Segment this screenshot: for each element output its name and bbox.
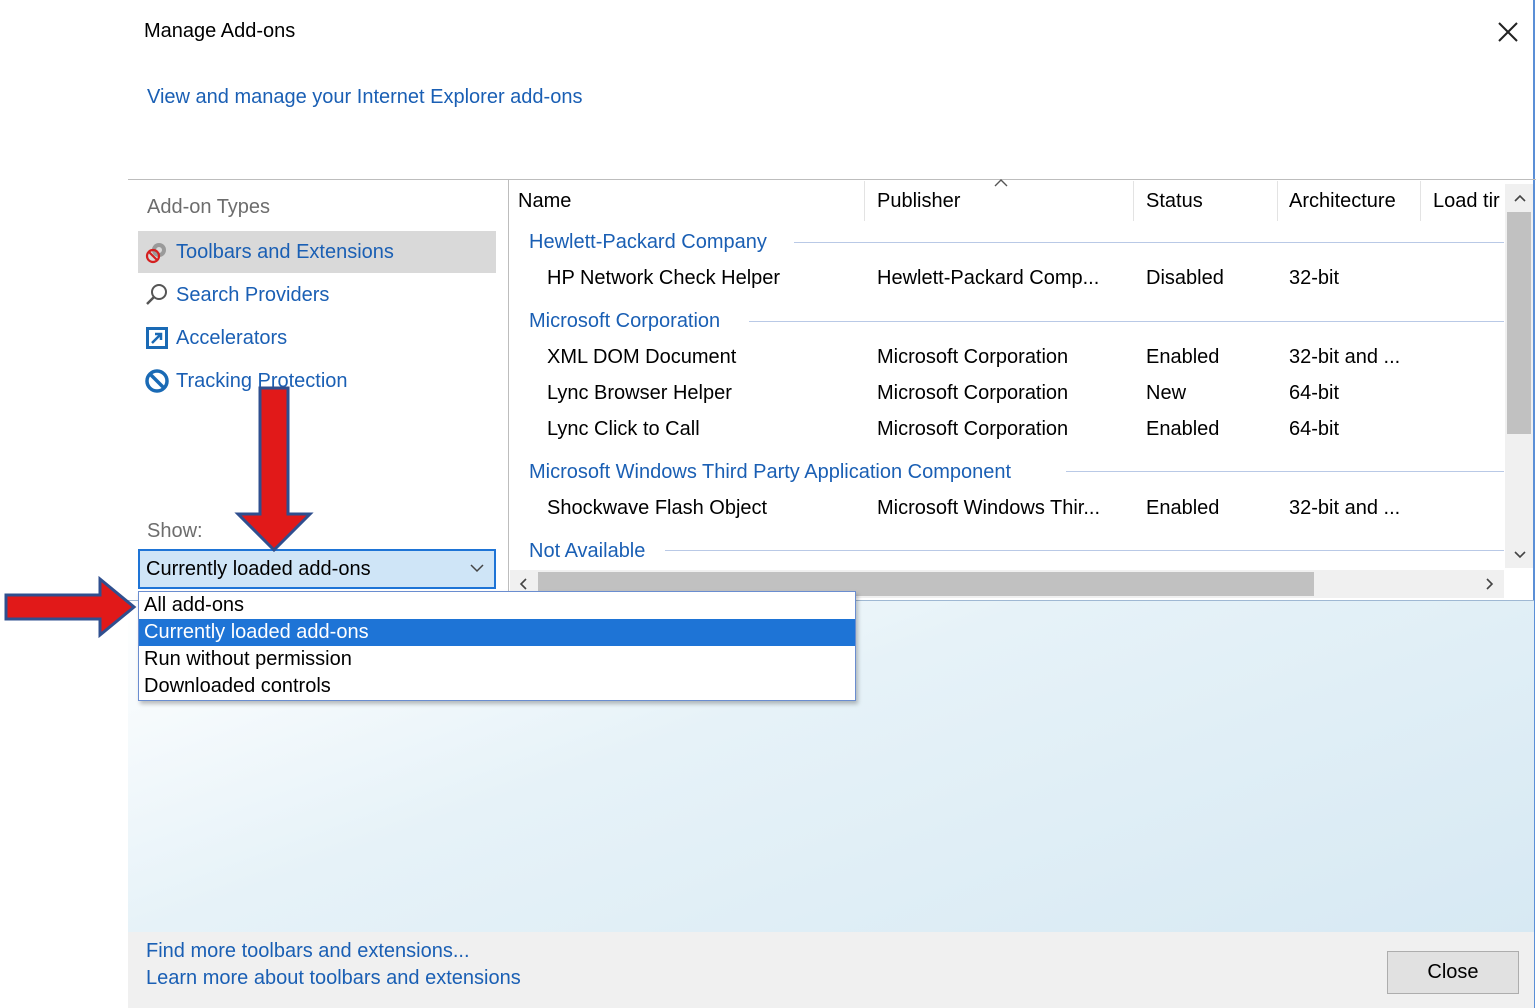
addon-architecture: 32-bit and ... xyxy=(1289,497,1401,519)
group-header: Not Available xyxy=(529,537,645,565)
group-divider xyxy=(749,321,1504,322)
column-separator xyxy=(1133,181,1134,221)
group-name: Microsoft Windows Third Party Applicatio… xyxy=(529,460,1012,483)
close-window-icon[interactable] xyxy=(1494,18,1522,46)
close-button[interactable]: Close xyxy=(1387,951,1519,994)
sidebar-item-label: Search Providers xyxy=(176,283,330,306)
dropdown-option-all-addons[interactable]: All add-ons xyxy=(139,592,855,619)
addon-types-label: Add-on Types xyxy=(147,196,271,218)
addon-status: Enabled xyxy=(1146,418,1220,440)
group-divider xyxy=(794,242,1504,243)
addon-status: Disabled xyxy=(1146,267,1224,289)
annotation-right-arrow-icon xyxy=(4,575,137,639)
show-label: Show: xyxy=(147,520,203,542)
group-header: Microsoft Windows Third Party Applicatio… xyxy=(529,458,1011,486)
sidebar-item-label: Toolbars and Extensions xyxy=(176,240,394,263)
addon-publisher: Microsoft Corporation xyxy=(877,382,1069,404)
addon-name[interactable]: XML DOM Document xyxy=(547,346,736,369)
addon-architecture: 64-bit xyxy=(1289,418,1340,440)
column-header-architecture[interactable]: Architecture xyxy=(1289,190,1396,213)
search-icon xyxy=(144,282,170,308)
dropdown-option-downloaded-controls[interactable]: Downloaded controls xyxy=(139,673,855,700)
addon-name[interactable]: HP Network Check Helper xyxy=(547,267,780,290)
annotation-down-arrow-icon xyxy=(234,386,314,553)
column-separator xyxy=(1277,181,1278,221)
gear-icon xyxy=(144,239,170,265)
show-dropdown-list: All add-ons Currently loaded add-ons Run… xyxy=(138,591,856,701)
column-header-status[interactable]: Status xyxy=(1146,190,1203,213)
sidebar-item-label: Accelerators xyxy=(176,326,288,349)
column-header-publisher[interactable]: Publisher xyxy=(877,190,960,213)
group-header: Hewlett-Packard Company xyxy=(529,228,767,256)
addon-name[interactable]: Lync Browser Helper xyxy=(547,382,732,405)
column-header-load-time[interactable]: Load tir xyxy=(1433,190,1505,213)
window-title: Manage Add-ons xyxy=(144,20,296,42)
group-divider xyxy=(1066,471,1504,472)
vertical-scrollbar-thumb[interactable] xyxy=(1507,212,1531,434)
addon-status: Enabled xyxy=(1146,346,1220,368)
sidebar-item-tracking-protection[interactable]: Tracking Protection xyxy=(138,360,496,402)
scroll-right-icon[interactable] xyxy=(1480,574,1500,594)
sidebar-item-accelerators[interactable]: Accelerators xyxy=(138,317,496,359)
addon-architecture: 64-bit xyxy=(1289,382,1340,404)
group-header: Microsoft Corporation xyxy=(529,307,720,335)
column-separator xyxy=(1420,181,1421,221)
dropdown-option-run-without-permission[interactable]: Run without permission xyxy=(139,646,855,673)
sidebar-item-search-providers[interactable]: Search Providers xyxy=(138,274,496,316)
scroll-down-icon[interactable] xyxy=(1510,544,1530,564)
dropdown-option-currently-loaded[interactable]: Currently loaded add-ons xyxy=(139,619,855,646)
addon-publisher: Microsoft Windows Thir... xyxy=(877,497,1101,519)
group-name: Not Available xyxy=(529,539,646,562)
addon-publisher: Microsoft Corporation xyxy=(877,418,1069,440)
chevron-down-icon xyxy=(470,564,484,573)
show-dropdown[interactable]: Currently loaded add-ons xyxy=(138,549,496,589)
addon-architecture: 32-bit and ... xyxy=(1289,346,1401,368)
column-header-name[interactable]: Name xyxy=(518,190,571,213)
addon-publisher: Hewlett-Packard Comp... xyxy=(877,267,1100,289)
accelerator-icon xyxy=(144,325,170,351)
addon-publisher: Microsoft Corporation xyxy=(877,346,1069,368)
find-more-link[interactable]: Find more toolbars and extensions... xyxy=(146,940,470,963)
addon-name[interactable]: Shockwave Flash Object xyxy=(547,497,767,520)
addon-status: New xyxy=(1146,382,1187,404)
show-dropdown-value: Currently loaded add-ons xyxy=(146,557,371,580)
sort-ascending-icon xyxy=(994,179,1008,187)
column-separator xyxy=(864,181,865,221)
page-subtitle: View and manage your Internet Explorer a… xyxy=(147,86,583,108)
group-name: Hewlett-Packard Company xyxy=(529,230,767,253)
sidebar-item-toolbars-extensions[interactable]: Toolbars and Extensions xyxy=(138,231,496,273)
addon-status: Enabled xyxy=(1146,497,1220,519)
scroll-up-icon[interactable] xyxy=(1510,188,1530,208)
addon-architecture: 32-bit xyxy=(1289,267,1340,289)
group-name: Microsoft Corporation xyxy=(529,309,721,332)
group-divider xyxy=(665,550,1504,551)
block-icon xyxy=(144,368,170,394)
addon-name[interactable]: Lync Click to Call xyxy=(547,418,700,441)
learn-more-link[interactable]: Learn more about toolbars and extensions xyxy=(146,967,521,990)
